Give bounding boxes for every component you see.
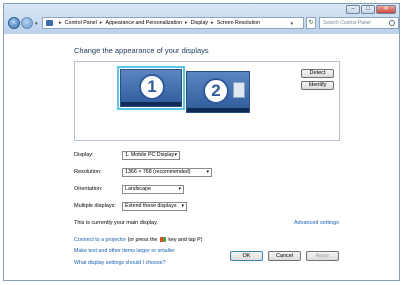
ok-button[interactable]: OK <box>230 251 263 261</box>
display-label: Display: <box>74 152 94 158</box>
breadcrumb-display[interactable]: Display <box>191 20 208 26</box>
orientation-label: Orientation: <box>74 186 103 192</box>
chevron-down-icon[interactable]: ▾ <box>178 186 181 193</box>
monitor-number: 1 <box>139 74 165 100</box>
minimize-button[interactable]: – <box>346 5 360 14</box>
monitor-layout-area: 1 2 Detect Identify <box>74 61 340 141</box>
display-select[interactable]: 1. Mobile PC Display ▾ <box>122 151 180 160</box>
monitor-2[interactable]: 2 <box>186 71 250 113</box>
history-dropdown-icon[interactable]: ▾ <box>35 21 38 27</box>
chevron-right-icon[interactable]: ▸ <box>59 20 62 26</box>
breadcrumb-control-panel[interactable]: Control Panel <box>65 20 97 26</box>
orientation-value: Landscape <box>125 186 151 192</box>
search-icon[interactable] <box>389 20 395 26</box>
window-controls: – □ ✕ <box>345 5 396 14</box>
breadcrumb-appearance[interactable]: Appearance and Personalization <box>105 20 182 26</box>
main-display-status: This is currently your main display. <box>74 220 158 226</box>
content-pane: Change the appearance of your displays 1… <box>4 34 399 280</box>
multiple-displays-select[interactable]: Extend these displays ▾ <box>122 202 187 211</box>
multiple-displays-label: Multiple displays: <box>74 203 116 209</box>
search-placeholder: Search Control Panel <box>323 20 371 26</box>
close-button[interactable]: ✕ <box>376 5 396 14</box>
detect-button[interactable]: Detect <box>301 69 334 78</box>
title-bar: – □ ✕ ‹ › ▾ ▸ Control Panel ▸ Appearance… <box>4 4 399 34</box>
calculator-icon <box>233 82 245 98</box>
search-input[interactable]: Search Control Panel <box>319 17 399 29</box>
resolution-select[interactable]: 1366 × 768 (recommended) ▾ <box>122 168 212 177</box>
projector-row: Connect to a projector (or press the key… <box>74 237 202 243</box>
monitor-1[interactable]: 1 <box>117 66 185 110</box>
chevron-down-icon[interactable]: ▾ <box>181 203 184 210</box>
maximize-button[interactable]: □ <box>361 5 375 14</box>
monitor-number: 2 <box>203 78 229 104</box>
cancel-button[interactable]: Cancel <box>268 251 301 261</box>
text-size-link[interactable]: Make text and other items larger or smal… <box>74 248 175 254</box>
display-settings-help-link[interactable]: What display settings should I choose? <box>74 260 166 266</box>
control-panel-icon <box>46 20 53 26</box>
back-button[interactable]: ‹ <box>8 17 20 29</box>
chevron-right-icon[interactable]: ▸ <box>100 20 103 26</box>
projector-hint-post: key and tap P) <box>168 237 203 243</box>
projector-hint-pre: (or press the <box>127 237 158 243</box>
multiple-displays-value: Extend these displays <box>125 203 177 209</box>
page-title: Change the appearance of your displays <box>74 46 209 55</box>
connect-projector-link[interactable]: Connect to a projector <box>74 237 126 243</box>
screen-resolution-window: – □ ✕ ‹ › ▾ ▸ Control Panel ▸ Appearance… <box>3 3 400 281</box>
orientation-select[interactable]: Landscape ▾ <box>122 185 184 194</box>
windows-key-icon <box>159 237 166 243</box>
resolution-label: Resolution: <box>74 169 102 175</box>
advanced-settings-link[interactable]: Advanced settings <box>294 220 339 226</box>
monitor-taskbar <box>121 102 181 106</box>
chevron-right-icon[interactable]: ▸ <box>185 20 188 26</box>
refresh-button[interactable]: ↻ <box>306 17 316 29</box>
navigation-row: ‹ › ▾ ▸ Control Panel ▸ Appearance and P… <box>8 17 399 30</box>
chevron-down-icon[interactable]: ▾ <box>206 169 209 176</box>
chevron-right-icon[interactable]: ▸ <box>211 20 214 26</box>
address-dropdown-icon[interactable]: ▾ <box>290 21 293 27</box>
chevron-down-icon[interactable]: ▾ <box>174 152 177 159</box>
address-bar[interactable]: ▸ Control Panel ▸ Appearance and Persona… <box>42 17 304 29</box>
display-value: 1. Mobile PC Display <box>125 152 175 158</box>
identify-button[interactable]: Identify <box>301 81 334 90</box>
apply-button[interactable]: Apply <box>306 251 339 261</box>
monitor-taskbar <box>187 108 249 112</box>
breadcrumb-screen-resolution[interactable]: Screen Resolution <box>217 20 260 26</box>
resolution-value: 1366 × 768 (recommended) <box>125 169 191 175</box>
forward-button[interactable]: › <box>21 17 33 29</box>
